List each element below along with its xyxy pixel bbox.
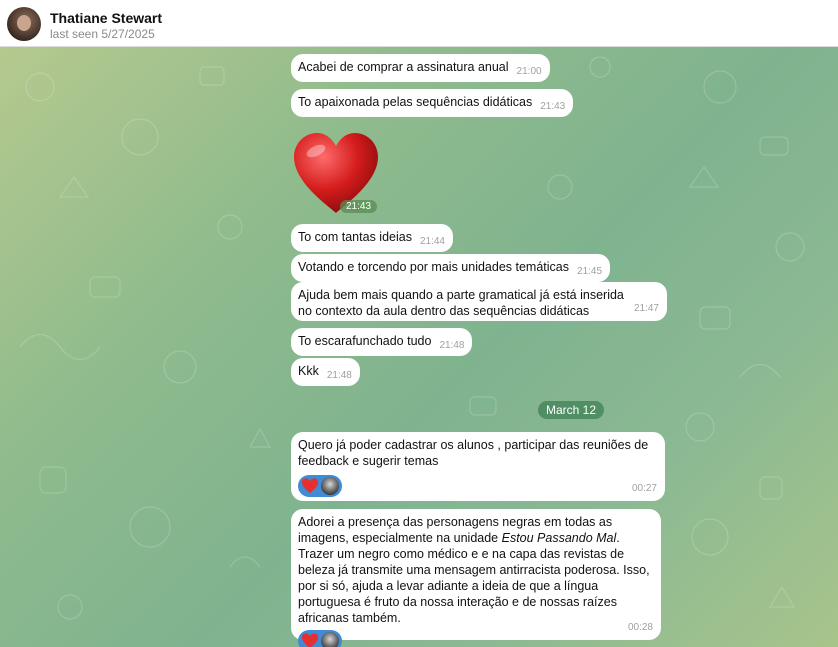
heart-reaction-icon bbox=[301, 478, 319, 494]
message-time: 00:27 bbox=[631, 483, 657, 494]
message-time: 21:48 bbox=[326, 370, 352, 381]
contact-name[interactable]: Thatiane Stewart bbox=[50, 10, 162, 26]
message-bubble[interactable]: Votando e torcendo por mais unidades tem… bbox=[291, 254, 611, 282]
message-time: 21:00 bbox=[516, 66, 542, 77]
reactions-bar[interactable] bbox=[298, 475, 342, 497]
chat-header: Thatiane Stewart last seen 5/27/2025 bbox=[0, 0, 838, 47]
message-bubble[interactable]: Adorei a presença das personagens negras… bbox=[291, 509, 661, 647]
message-text: Votando e torcendo por mais unidades tem… bbox=[298, 260, 570, 274]
message-time: 21:47 bbox=[633, 303, 659, 314]
message-bubble[interactable]: Kkk 21:48 bbox=[291, 358, 360, 386]
message-time: 21:48 bbox=[439, 340, 465, 351]
message-text: Adorei a presença das personagens negras… bbox=[298, 515, 650, 625]
contact-last-seen: last seen 5/27/2025 bbox=[50, 27, 155, 41]
message-text: To com tantas ideias bbox=[298, 230, 412, 244]
message-text: Acabei de comprar a assinatura anual bbox=[298, 60, 509, 74]
message-bubble[interactable]: Ajuda bem mais quando a parte gramatical… bbox=[291, 282, 667, 321]
message-bubble[interactable]: To escarafunchado tudo 21:48 bbox=[291, 328, 473, 356]
reactions-bar[interactable] bbox=[298, 630, 342, 647]
reactor-avatar bbox=[321, 477, 339, 495]
date-separator: March 12 bbox=[538, 401, 605, 419]
message-text: To escarafunchado tudo bbox=[298, 334, 432, 348]
message-time: 21:44 bbox=[419, 236, 445, 247]
sticker-time: 21:43 bbox=[340, 200, 378, 213]
message-time: 00:28 bbox=[627, 622, 653, 633]
message-bubble[interactable]: To apaixonada pelas sequências didáticas… bbox=[291, 89, 574, 117]
reactor-avatar bbox=[321, 632, 339, 647]
message-time: 21:43 bbox=[540, 101, 566, 112]
message-bubble[interactable]: To com tantas ideias 21:44 bbox=[291, 224, 453, 252]
message-bubble[interactable]: Quero já poder cadastrar os alunos , par… bbox=[291, 432, 665, 501]
message-text: Ajuda bem mais quando a parte gramatical… bbox=[298, 288, 624, 318]
message-text: Quero já poder cadastrar os alunos , par… bbox=[298, 438, 649, 468]
message-text: To apaixonada pelas sequências didáticas bbox=[298, 95, 533, 109]
heart-reaction-icon bbox=[301, 633, 319, 647]
message-bubble[interactable]: Acabei de comprar a assinatura anual 21:0… bbox=[291, 54, 550, 82]
message-text: Kkk bbox=[298, 364, 319, 378]
contact-avatar[interactable] bbox=[7, 7, 41, 41]
message-time: 21:45 bbox=[577, 266, 603, 277]
chat-area[interactable]: Acabei de comprar a assinatura anual 21:0… bbox=[0, 47, 838, 647]
